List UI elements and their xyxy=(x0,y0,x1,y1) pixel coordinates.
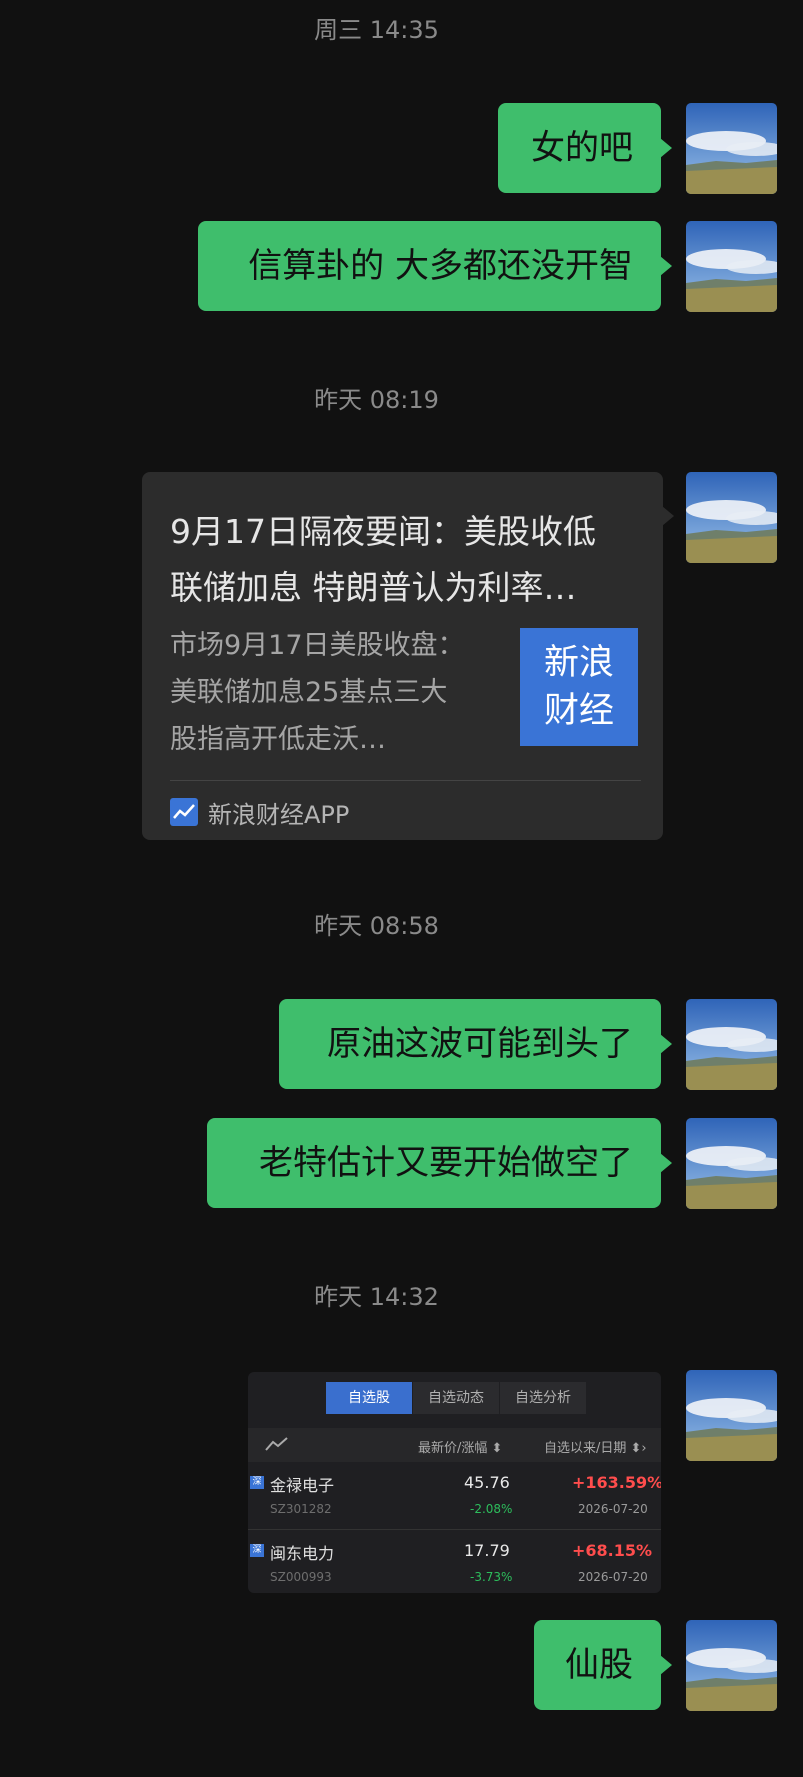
divider xyxy=(170,780,641,781)
landscape-avatar-icon xyxy=(686,221,777,312)
message-bubble[interactable]: 女的吧 xyxy=(498,103,672,193)
message-bubble[interactable]: 原油这波可能到头了 xyxy=(279,999,672,1089)
message-bubble[interactable]: 信算卦的 大多都还没开智 xyxy=(198,221,672,311)
news-thumbnail: 新浪 财经 xyxy=(520,628,638,746)
timestamp: 昨天 14:32 xyxy=(314,1283,439,1311)
trend-icon xyxy=(265,1436,289,1456)
user-avatar[interactable] xyxy=(686,472,777,563)
message-text: 信算卦的 大多都还没开智 xyxy=(248,246,633,286)
tab-watchlist-analysis: 自选分析 xyxy=(500,1382,586,1414)
tab-watchlist: 自选股 xyxy=(326,1382,412,1414)
news-source: 新浪财经APP xyxy=(170,794,349,830)
stock-screenshot-image[interactable]: 自选股 自选动态 自选分析 最新价/涨幅 ⬍ 自选以来/日期 ⬍› 深 金禄电子… xyxy=(248,1372,661,1593)
stock-table-header: 最新价/涨幅 ⬍ 自选以来/日期 ⬍› xyxy=(248,1428,661,1462)
message-text: 女的吧 xyxy=(531,128,633,168)
timestamp: 昨天 08:58 xyxy=(314,912,439,940)
landscape-avatar-icon xyxy=(686,1620,777,1711)
message-text: 老特估计又要开始做空了 xyxy=(259,1143,633,1183)
stock-row: 深 闽东电力 SZ000993 17.79 -3.73% +68.15% 202… xyxy=(248,1530,661,1593)
tab-watchlist-news: 自选动态 xyxy=(413,1382,499,1414)
stock-tabs: 自选股 自选动态 自选分析 xyxy=(326,1382,587,1414)
timestamp: 昨天 08:19 xyxy=(314,386,439,414)
landscape-avatar-icon xyxy=(686,1370,777,1461)
news-title: 9月17日隔夜要闻：美股收低 联储加息 特朗普认为利率… xyxy=(170,512,596,607)
news-share-card[interactable]: 9月17日隔夜要闻：美股收低 联储加息 特朗普认为利率… 市场9月17日美股收盘… xyxy=(142,472,674,840)
message-text: 原油这波可能到头了 xyxy=(327,1024,633,1064)
stock-row: 深 金禄电子 SZ301282 45.76 -2.08% +163.59% 20… xyxy=(248,1462,661,1528)
user-avatar[interactable] xyxy=(686,221,777,312)
message-bubble[interactable]: 仙股 xyxy=(534,1620,672,1710)
landscape-avatar-icon xyxy=(686,103,777,194)
landscape-avatar-icon xyxy=(686,472,777,563)
user-avatar[interactable] xyxy=(686,1620,777,1711)
landscape-avatar-icon xyxy=(686,1118,777,1209)
user-avatar[interactable] xyxy=(686,999,777,1090)
line-chart-icon xyxy=(170,798,198,826)
landscape-avatar-icon xyxy=(686,999,777,1090)
user-avatar[interactable] xyxy=(686,1370,777,1461)
user-avatar[interactable] xyxy=(686,103,777,194)
news-description: 市场9月17日美股收盘： 美联储加息25基点三大 股指高开低走沃… xyxy=(170,630,465,755)
user-avatar[interactable] xyxy=(686,1118,777,1209)
timestamp: 周三 14:35 xyxy=(314,16,439,44)
message-bubble[interactable]: 老特估计又要开始做空了 xyxy=(207,1118,672,1208)
message-text: 仙股 xyxy=(565,1645,633,1685)
